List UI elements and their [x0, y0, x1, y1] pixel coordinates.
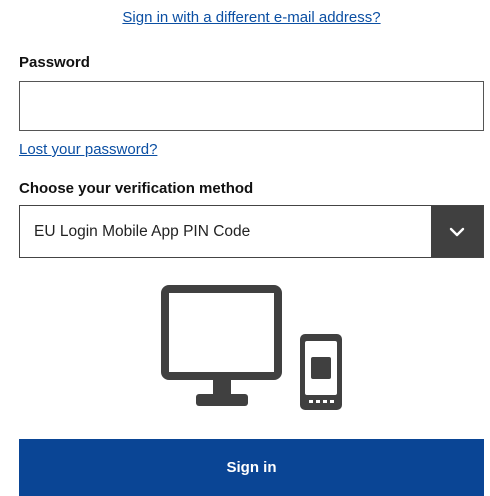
password-label: Password	[19, 54, 90, 71]
verification-method-select[interactable]: EU Login Mobile App PIN Code	[19, 205, 484, 258]
select-dropdown-button[interactable]	[431, 206, 483, 257]
desktop-monitor-icon	[161, 285, 282, 406]
mobile-phone-icon	[300, 334, 342, 410]
verification-method-label: Choose your verification method	[19, 180, 254, 197]
verification-method-value: EU Login Mobile App PIN Code	[34, 223, 251, 240]
login-form: Sign in with a different e-mail address?…	[19, 0, 484, 258]
password-input[interactable]	[19, 81, 484, 131]
chevron-down-icon	[449, 227, 465, 236]
desktop-and-mobile-icon	[161, 285, 342, 410]
lost-password-link[interactable]: Lost your password?	[19, 140, 157, 160]
sign-in-button[interactable]: Sign in	[19, 439, 484, 496]
different-email-link[interactable]: Sign in with a different e-mail address?	[19, 8, 484, 28]
